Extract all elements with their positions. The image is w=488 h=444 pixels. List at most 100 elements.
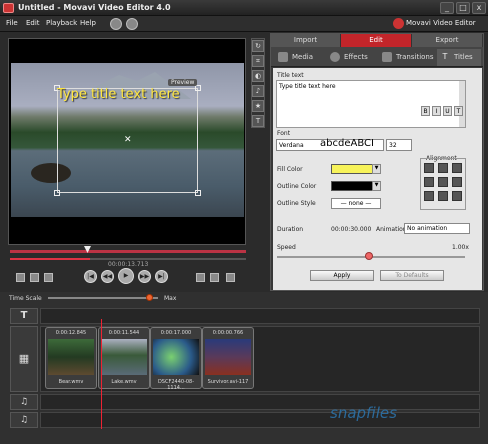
clip-duration: 0:00:17.000	[160, 330, 192, 336]
outline-color-label: Outline Color	[277, 183, 317, 190]
resize-handle[interactable]	[195, 190, 201, 196]
resize-handle[interactable]	[54, 190, 60, 196]
timeline-clip[interactable]: 0:00:11.544 Lake.wmv	[98, 327, 150, 389]
clip-duration: 0:00:11.544	[108, 330, 140, 336]
menu-playback[interactable]: Playback	[46, 19, 77, 27]
rewind-icon[interactable]: ◀◀	[101, 270, 114, 283]
clip-thumbnail	[205, 339, 251, 375]
align-top-right-icon[interactable]	[452, 163, 462, 173]
animation-label: Animation	[376, 226, 407, 233]
time-scale-handle[interactable]	[146, 294, 153, 301]
text-style-button[interactable]: T	[454, 106, 463, 116]
video-track-icon: ▦	[10, 326, 38, 392]
stop-button[interactable]	[16, 273, 25, 282]
subtab-effects-label: Effects	[344, 53, 368, 61]
redo-button[interactable]	[126, 18, 138, 30]
align-top-center-icon[interactable]	[438, 163, 448, 173]
text-icon[interactable]: T	[252, 115, 264, 127]
subtab-media[interactable]: Media	[275, 49, 323, 66]
to-defaults-button[interactable]: To Defaults	[380, 270, 444, 281]
bold-button[interactable]: B	[421, 106, 430, 116]
italic-button[interactable]: I	[432, 106, 441, 116]
subtab-transitions-label: Transitions	[396, 53, 434, 61]
crop-icon[interactable]: ⌗	[252, 55, 264, 67]
app-icon	[3, 3, 14, 13]
mark-in-button[interactable]	[196, 273, 205, 282]
fullscreen-button[interactable]	[44, 273, 53, 282]
next-icon[interactable]: ▶|	[155, 270, 168, 283]
timeline-cursor[interactable]	[101, 319, 102, 429]
font-preview: abcdeABCI	[320, 138, 374, 149]
snapshot-button[interactable]	[30, 273, 39, 282]
animation-select[interactable]: No animation	[404, 223, 470, 234]
subtab-titles[interactable]: T Titles	[437, 49, 481, 66]
textarea-scrollbar[interactable]	[459, 81, 465, 127]
audio-track-1[interactable]	[40, 394, 480, 410]
audio-icon[interactable]: ♪	[252, 85, 264, 97]
menu-file[interactable]: File	[6, 19, 18, 27]
chevron-down-icon[interactable]: ▼	[372, 164, 381, 174]
effects-icon[interactable]: ★	[252, 100, 264, 112]
mark-out-button[interactable]	[210, 273, 219, 282]
timeline-clip[interactable]: 0:00:17.000 DSCF2440-08-1114...	[150, 327, 202, 391]
maximize-button[interactable]: □	[456, 2, 470, 14]
title-bar: Untitled - Movavi Video Editor 4.0 _ □ x	[0, 0, 488, 16]
menu-help[interactable]: Help	[80, 19, 96, 27]
brand-name: Movavi Video Editor	[406, 19, 476, 27]
speed-value: 1.00x	[452, 244, 469, 251]
time-scale-track[interactable]	[48, 297, 158, 299]
duration-label: Duration	[277, 226, 304, 233]
tab-edit[interactable]: Edit	[341, 34, 412, 47]
tab-import[interactable]: Import	[271, 34, 341, 47]
align-bottom-left-icon[interactable]	[424, 191, 434, 201]
chevron-down-icon[interactable]: ▼	[372, 181, 381, 191]
align-top-left-icon[interactable]	[424, 163, 434, 173]
subtab-effects[interactable]: Effects	[327, 49, 375, 66]
timeline-clip[interactable]: 0:00:12.845 Bear.wmv	[45, 327, 97, 389]
subtab-transitions[interactable]: Transitions	[379, 49, 435, 66]
align-middle-center-icon[interactable]	[438, 177, 448, 187]
align-middle-right-icon[interactable]	[452, 177, 462, 187]
outline-style-label: Outline Style	[277, 200, 316, 207]
duration-value[interactable]: 00:00:30.000	[331, 226, 371, 233]
previous-icon[interactable]: |◀	[84, 270, 97, 283]
title-overlay-text[interactable]: Type title text here	[57, 87, 180, 102]
clip-thumbnail	[101, 339, 147, 375]
watermark: snapfiles	[330, 404, 397, 422]
timeline-clip[interactable]: 0:00:00.766 Survivor.avi-117	[202, 327, 254, 389]
audio-track-2[interactable]	[40, 412, 480, 428]
volume-button[interactable]	[226, 273, 235, 282]
tab-export[interactable]: Export	[412, 34, 483, 47]
apply-button[interactable]: Apply	[310, 270, 374, 281]
effects-icon	[330, 52, 340, 62]
color-icon[interactable]: ◐	[252, 70, 264, 82]
resize-handle[interactable]	[195, 85, 201, 91]
outline-style-select[interactable]: — none —	[331, 198, 381, 209]
align-bottom-right-icon[interactable]	[452, 191, 462, 201]
time-scale-label: Time Scale	[9, 295, 42, 302]
undo-button[interactable]	[110, 18, 122, 30]
video-frame[interactable]: Type title text here Preview ✕	[11, 63, 244, 217]
rotate-icon[interactable]: ↻	[252, 40, 264, 52]
play-icon[interactable]: ▶	[118, 268, 134, 284]
clip-duration: 0:00:00.766	[212, 330, 244, 336]
font-size-select[interactable]: 32	[386, 139, 412, 151]
progress-fill	[10, 258, 90, 260]
subtab-media-label: Media	[292, 53, 314, 61]
speed-slider-handle[interactable]	[365, 252, 373, 260]
close-button[interactable]: x	[472, 2, 486, 14]
clip-name: Bear.wmv	[58, 379, 84, 385]
align-bottom-center-icon[interactable]	[438, 191, 448, 201]
underline-button[interactable]: U	[443, 106, 452, 116]
align-middle-left-icon[interactable]	[424, 177, 434, 187]
preview-label: Preview	[168, 79, 198, 86]
title-text-label: Title text	[277, 72, 304, 79]
title-track[interactable]	[40, 308, 480, 324]
menu-edit[interactable]: Edit	[26, 19, 40, 27]
forward-icon[interactable]: ▶▶	[138, 270, 151, 283]
minimize-button[interactable]: _	[440, 2, 454, 14]
title-text-input[interactable]: Type title text here	[276, 80, 466, 128]
seek-track[interactable]	[10, 250, 246, 253]
timecode: 00:00:13.713	[108, 261, 149, 268]
center-cross-icon: ✕	[124, 135, 132, 145]
